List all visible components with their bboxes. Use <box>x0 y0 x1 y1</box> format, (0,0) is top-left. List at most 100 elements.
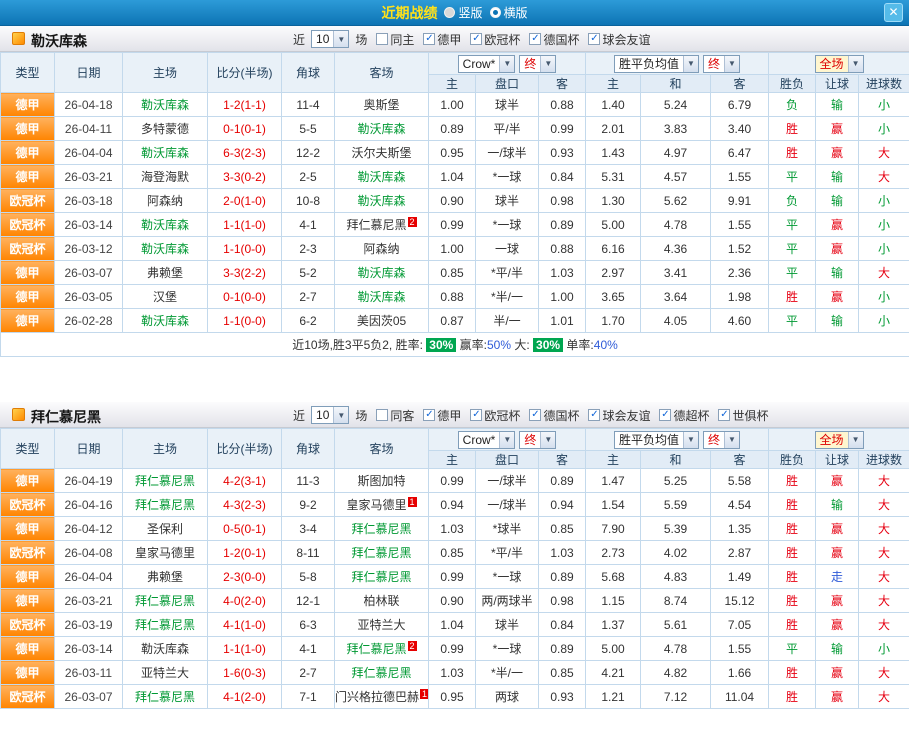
match-score: 0-1(0-1) <box>208 117 282 141</box>
ah-final-select[interactable]: 终▼ <box>519 55 556 73</box>
result-goals: 小 <box>859 189 909 213</box>
corner-count: 2-7 <box>282 661 335 685</box>
home-team: 拜仁慕尼黑 <box>123 589 208 613</box>
match-type: 德甲 <box>1 141 55 165</box>
checkbox-label: 德甲 <box>437 407 461 424</box>
filter-checkbox-2[interactable]: ✓欧冠杯 <box>470 31 520 48</box>
home-team: 拜仁慕尼黑 <box>123 613 208 637</box>
filter-checkbox-2[interactable]: ✓欧冠杯 <box>470 407 520 424</box>
eu-away-odds: 6.79 <box>711 93 769 117</box>
match-score: 4-0(2-0) <box>208 589 282 613</box>
col-date: 日期 <box>55 53 123 93</box>
checkbox-icon: ✓ <box>718 409 730 421</box>
subcol-7: 让球 <box>816 451 859 469</box>
checkbox-label: 同客 <box>390 407 414 424</box>
corner-count: 12-2 <box>282 141 335 165</box>
result-wdl: 胜 <box>769 661 816 685</box>
subcol-5: 客 <box>711 451 769 469</box>
match-score: 3-3(2-2) <box>208 261 282 285</box>
match-type: 欧冠杯 <box>1 189 55 213</box>
checkbox-label: 世俱杯 <box>732 407 768 424</box>
result-wdl: 平 <box>769 309 816 333</box>
filter-checkbox-3[interactable]: ✓德国杯 <box>529 31 579 48</box>
result-wdl: 负 <box>769 189 816 213</box>
filter-checkbox-1[interactable]: ✓德甲 <box>423 31 461 48</box>
radio-selected-icon <box>490 7 501 18</box>
checkbox-label: 欧冠杯 <box>484 407 520 424</box>
eu-draw-odds: 5.39 <box>641 517 711 541</box>
eu-draw-odds: 4.82 <box>641 661 711 685</box>
subcol-2: 客 <box>539 451 586 469</box>
eu-final-select[interactable]: 终▼ <box>703 55 740 73</box>
result-goals: 大 <box>859 685 909 709</box>
col-corner: 角球 <box>282 53 335 93</box>
rank-badge: 2 <box>408 217 417 227</box>
checkbox-icon: ✓ <box>423 409 435 421</box>
result-wdl: 胜 <box>769 285 816 309</box>
ah-away-odds: 0.85 <box>539 661 586 685</box>
match-type: 德甲 <box>1 93 55 117</box>
result-goals: 小 <box>859 237 909 261</box>
match-type: 欧冠杯 <box>1 685 55 709</box>
eu-home-odds: 1.30 <box>586 189 641 213</box>
checkbox-label: 球会友谊 <box>602 407 650 424</box>
team-name: 拜仁慕尼黑 <box>31 407 101 427</box>
eu-odds-header: 胜平负均值▼终▼ <box>586 53 769 75</box>
match-count-select[interactable]: 10▼ <box>311 406 349 424</box>
ah-away-odds: 0.89 <box>539 469 586 493</box>
filter-checkbox-0[interactable]: 同客 <box>376 407 414 424</box>
away-team: 勒沃库森 <box>335 261 429 285</box>
bookmaker-select[interactable]: Crow*▼ <box>458 55 516 73</box>
subcol-7: 让球 <box>816 75 859 93</box>
match-type: 德甲 <box>1 309 55 333</box>
close-button[interactable]: ✕ <box>884 3 903 22</box>
eu-away-odds: 1.98 <box>711 285 769 309</box>
chevron-down-icon: ▼ <box>724 56 739 72</box>
layout-radio-vertical[interactable]: 竖版 <box>444 4 482 21</box>
eu-home-odds: 4.21 <box>586 661 641 685</box>
eu-draw-odds: 5.25 <box>641 469 711 493</box>
filter-controls: 近 10▼ 场 同主✓德甲✓欧冠杯✓德国杯✓球会友谊 <box>293 26 650 52</box>
scope-select[interactable]: 全场▼ <box>815 55 864 73</box>
filter-checkbox-4[interactable]: ✓球会友谊 <box>588 407 650 424</box>
filter-checkbox-4[interactable]: ✓球会友谊 <box>588 31 650 48</box>
wdl-average-select[interactable]: 胜平负均值▼ <box>614 431 699 449</box>
ah-line: 两/两球半 <box>476 589 539 613</box>
filter-checkbox-1[interactable]: ✓德甲 <box>423 407 461 424</box>
result-wdl: 胜 <box>769 589 816 613</box>
ah-final-select-value: 终 <box>520 432 540 448</box>
near-label: 近 <box>293 31 305 48</box>
eu-away-odds: 3.40 <box>711 117 769 141</box>
match-score: 1-2(1-1) <box>208 93 282 117</box>
layout-radio-horizontal[interactable]: 横版 <box>490 4 528 21</box>
match-type: 德甲 <box>1 469 55 493</box>
filter-checkbox-0[interactable]: 同主 <box>376 31 414 48</box>
eu-away-odds: 2.36 <box>711 261 769 285</box>
filter-checkbox-5[interactable]: ✓德超杯 <box>659 407 709 424</box>
ah-home-odds: 1.04 <box>429 613 476 637</box>
wdl-average-select[interactable]: 胜平负均值▼ <box>614 55 699 73</box>
match-row: 德甲 26-04-19 拜仁慕尼黑 4-2(3-1) 11-3 斯图加特 0.9… <box>1 469 909 493</box>
filter-checkbox-6[interactable]: ✓世俱杯 <box>718 407 768 424</box>
match-row: 欧冠杯 26-03-14 勒沃库森 1-1(1-0) 4-1 拜仁慕尼黑2 0.… <box>1 213 909 237</box>
away-team: 柏林联 <box>335 589 429 613</box>
filter-checkbox-3[interactable]: ✓德国杯 <box>529 407 579 424</box>
result-goals: 大 <box>859 493 909 517</box>
eu-final-select[interactable]: 终▼ <box>703 431 740 449</box>
home-team: 勒沃库森 <box>123 237 208 261</box>
subcol-5: 客 <box>711 75 769 93</box>
matches-table: 类型 日期 主场 比分(半场) 角球 客场 Crow*▼终▼ 胜平负均值▼终▼ … <box>0 52 909 357</box>
bookmaker-select[interactable]: Crow*▼ <box>458 431 516 449</box>
scope-select[interactable]: 全场▼ <box>815 431 864 449</box>
col-away: 客场 <box>335 53 429 93</box>
subcol-2: 客 <box>539 75 586 93</box>
eu-home-odds: 3.65 <box>586 285 641 309</box>
match-type: 欧冠杯 <box>1 213 55 237</box>
away-team: 勒沃库森 <box>335 285 429 309</box>
match-score: 0-1(0-0) <box>208 285 282 309</box>
ah-final-select[interactable]: 终▼ <box>519 431 556 449</box>
match-count-select[interactable]: 10▼ <box>311 30 349 48</box>
ah-home-odds: 0.85 <box>429 261 476 285</box>
result-wdl: 胜 <box>769 541 816 565</box>
eu-home-odds: 6.16 <box>586 237 641 261</box>
